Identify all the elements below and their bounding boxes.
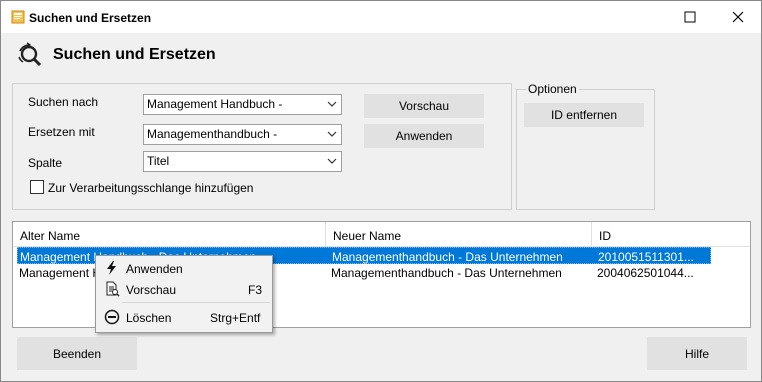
context-menu: Anwenden Vorschau F3 Löschen Strg+Entf [95, 255, 273, 333]
maximize-button[interactable] [667, 1, 713, 33]
app-icon [11, 10, 25, 24]
document-preview-icon [106, 281, 120, 297]
delete-icon [104, 309, 120, 325]
menu-item-preview[interactable]: Vorschau F3 [98, 278, 270, 300]
menu-item-delete[interactable]: Löschen Strg+Entf [98, 306, 270, 328]
menu-label-delete: Löschen [126, 311, 172, 325]
column-label: Spalte [28, 156, 63, 170]
menu-item-apply[interactable]: Anwenden [98, 257, 270, 279]
chevron-down-icon [327, 131, 337, 137]
quit-button[interactable]: Beenden [17, 337, 137, 370]
search-label: Suchen nach [28, 95, 99, 109]
title-bar: Suchen und Ersetzen [1, 1, 761, 33]
id-cell: 2010051511301... [598, 250, 694, 264]
page-title: Suchen und Ersetzen [53, 46, 216, 63]
column-combo[interactable]: Titel [143, 151, 342, 172]
menu-shortcut-delete: Strg+Entf [210, 311, 261, 325]
search-replace-icon [18, 42, 42, 67]
help-button[interactable]: Hilfe [647, 337, 747, 370]
close-button[interactable] [715, 1, 761, 33]
menu-shortcut-preview: F3 [248, 283, 263, 297]
menu-separator [122, 302, 270, 303]
search-value: Management Handbuch - [147, 97, 283, 111]
maximize-icon [684, 11, 696, 23]
window-title: Suchen und Ersetzen [29, 11, 152, 25]
remove-id-button[interactable]: ID entfernen [524, 103, 644, 127]
id-cell: 2004062501044... [597, 266, 694, 280]
queue-label: Zur Verarbeitungsschlange hinzufügen [48, 181, 254, 195]
column-value: Titel [147, 154, 170, 168]
new-name-cell: Managementhandbuch - Das Unternehmen [332, 250, 563, 264]
column-header-new-name[interactable]: Neuer Name [326, 222, 592, 247]
replace-combo[interactable]: Managementhandbuch - [143, 124, 342, 145]
column-header-id[interactable]: ID [592, 222, 750, 247]
chevron-down-icon [327, 101, 337, 107]
column-header-old-name[interactable]: Alter Name [13, 222, 326, 247]
lightning-icon [107, 261, 116, 275]
menu-label-apply: Anwenden [126, 262, 183, 276]
replace-label: Ersetzen mit [28, 125, 95, 139]
options-title: Optionen [526, 82, 579, 96]
apply-button[interactable]: Anwenden [364, 124, 484, 148]
search-combo[interactable]: Management Handbuch - [143, 94, 342, 115]
close-icon [732, 11, 744, 23]
new-name-cell: Managementhandbuch - Das Unternehmen [331, 266, 562, 280]
menu-label-preview: Vorschau [126, 283, 177, 297]
preview-button[interactable]: Vorschau [364, 94, 484, 118]
queue-checkbox[interactable] [30, 180, 44, 194]
chevron-down-icon [327, 158, 337, 164]
replace-value: Managementhandbuch - [147, 127, 278, 141]
dialog-window: Suchen und Ersetzen Suchen und Ersetzen … [0, 0, 762, 382]
